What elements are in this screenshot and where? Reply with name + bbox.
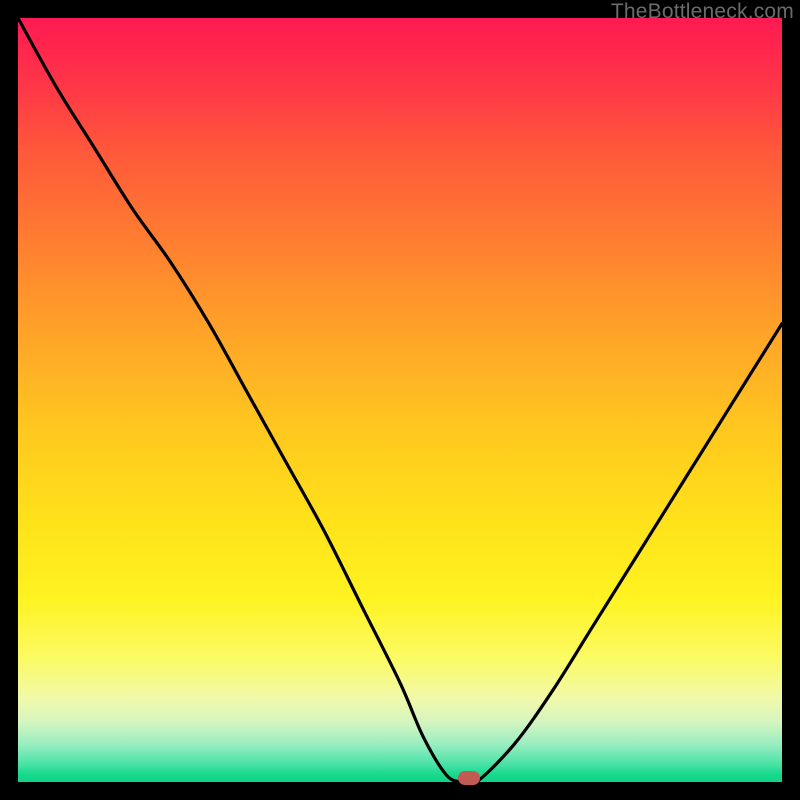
optimal-point-marker bbox=[458, 771, 480, 785]
bottleneck-curve bbox=[18, 18, 782, 782]
chart-frame: TheBottleneck.com bbox=[0, 0, 800, 800]
plot-area bbox=[18, 18, 782, 782]
